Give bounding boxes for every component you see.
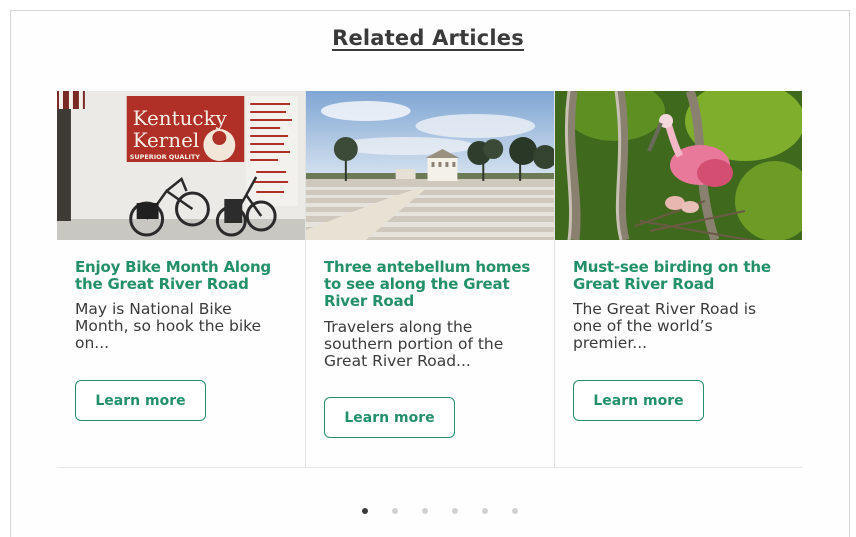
pagination-dot-6[interactable] (500, 506, 530, 516)
article-image-bike-wall[interactable]: Kentucky Kernel SUPERIOR QUALITY (57, 91, 305, 240)
pagination-dot-4[interactable] (440, 506, 470, 516)
article-title[interactable]: Three antebellum homes to see along the … (324, 259, 546, 310)
learn-more-button[interactable]: Learn more (75, 380, 206, 421)
sign-text-line1: Kentucky (133, 106, 228, 130)
carousel-divider (57, 467, 802, 468)
article-title[interactable]: Enjoy Bike Month Along the Great River R… (75, 259, 297, 293)
carousel-pagination (350, 506, 530, 516)
article-image-spoonbill[interactable] (555, 91, 802, 240)
article-description: The Great River Road is one of the world… (573, 300, 757, 352)
pagination-dot-3[interactable] (410, 506, 440, 516)
article-description: May is National Bike Month, so hook the … (75, 300, 262, 352)
article-description: Travelers along the southern portion of … (324, 318, 504, 370)
article-card-bike-month[interactable]: Kentucky Kernel SUPERIOR QUALITY Enjoy B… (57, 91, 306, 468)
article-title[interactable]: Must-see birding on the Great River Road (573, 259, 795, 293)
article-image-cotton-field[interactable] (306, 91, 554, 240)
learn-more-button[interactable]: Learn more (573, 380, 704, 421)
learn-more-button[interactable]: Learn more (324, 397, 455, 438)
section-title: Related Articles (332, 26, 524, 50)
pagination-dot-2[interactable] (380, 506, 410, 516)
article-card-birding[interactable]: Must-see birding on the Great River Road… (555, 91, 802, 468)
pagination-dot-1[interactable] (350, 506, 380, 516)
sign-text-line2: Kernel (133, 128, 200, 152)
article-card-antebellum-homes[interactable]: Three antebellum homes to see along the … (306, 91, 555, 468)
sign-text-line3: SUPERIOR QUALITY (130, 153, 201, 161)
pagination-dot-5[interactable] (470, 506, 500, 516)
articles-carousel[interactable]: Kentucky Kernel SUPERIOR QUALITY Enjoy B… (57, 91, 802, 468)
